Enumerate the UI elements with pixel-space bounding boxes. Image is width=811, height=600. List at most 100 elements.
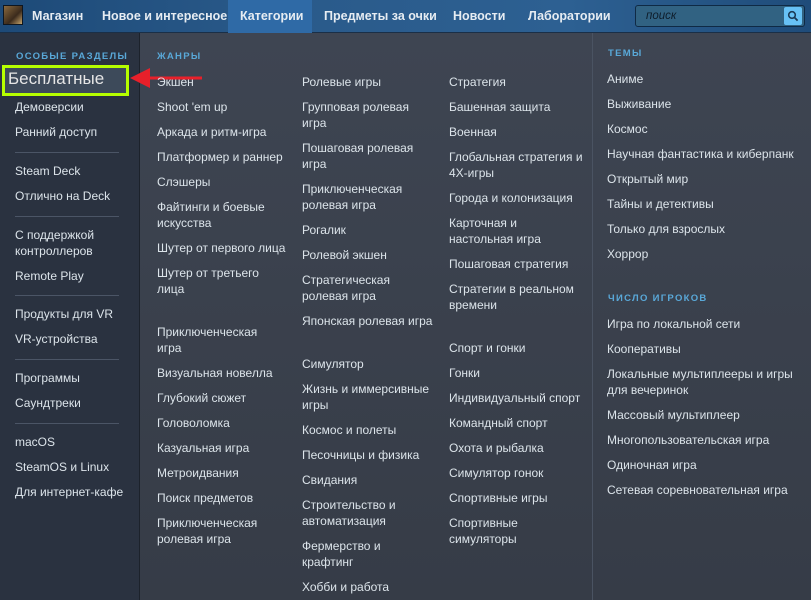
genre-action[interactable]: Экшен	[157, 74, 194, 90]
theme-adult-only[interactable]: Только для взрослых	[607, 221, 725, 237]
genre-team-sports[interactable]: Командный спорт	[449, 415, 548, 431]
players-multiplayer[interactable]: Многопользовательская игра	[607, 432, 769, 448]
sidebar-item-controller-support[interactable]: С поддержкой контроллеров	[15, 227, 125, 259]
genre-slashers[interactable]: Слэшеры	[157, 174, 210, 190]
genre-jrpg[interactable]: Японская ролевая игра	[302, 313, 432, 329]
genres-heading: ЖАНРЫ	[157, 51, 202, 62]
genre-individual-sports[interactable]: Индивидуальный спорт	[449, 390, 580, 406]
genre-racing-sim[interactable]: Симулятор гонок	[449, 465, 543, 481]
nav-labs[interactable]: Лаборатории	[516, 0, 623, 33]
genre-third-person-shooter[interactable]: Шутер от третьего лица	[157, 265, 277, 297]
sidebar-item-soundtracks[interactable]: Саундтреки	[15, 395, 81, 411]
genre-rpg[interactable]: Ролевые игры	[302, 74, 381, 90]
genre-casual[interactable]: Казуальная игра	[157, 440, 249, 456]
special-sections-sidebar: ОСОБЫЕ РАЗДЕЛЫ Бесплатные Демоверсии Ран…	[0, 33, 140, 600]
genre-grand-strategy-4x[interactable]: Глобальная стратегия и 4X-игры	[449, 149, 583, 181]
genre-strategy-rpg[interactable]: Стратегическая ролевая игра	[302, 272, 424, 304]
sidebar-item-vr-devices[interactable]: VR-устройства	[15, 331, 98, 347]
divider	[15, 152, 119, 153]
genre-city-colony[interactable]: Города и колонизация	[449, 190, 573, 206]
genre-arcade-rhythm[interactable]: Аркада и ритм-игра	[157, 124, 266, 140]
genre-building-automation[interactable]: Строительство и автоматизация	[302, 497, 422, 529]
sidebar-item-macos[interactable]: macOS	[15, 434, 55, 450]
theme-space[interactable]: Космос	[607, 121, 648, 137]
genre-metroidvania[interactable]: Метроидвания	[157, 465, 239, 481]
genre-sports-racing[interactable]: Спорт и гонки	[449, 340, 525, 356]
players-mmo[interactable]: Массовый мультиплеер	[607, 407, 740, 423]
genre-turn-based-rpg[interactable]: Пошаговая ролевая игра	[302, 140, 424, 172]
genre-story-rich[interactable]: Глубокий сюжет	[157, 390, 246, 406]
players-local-party[interactable]: Локальные мультиплееры и игры для вечери…	[607, 366, 797, 398]
players-singleplayer[interactable]: Одиночная игра	[607, 457, 697, 473]
theme-mystery-detective[interactable]: Тайны и детективы	[607, 196, 714, 212]
genre-simulation[interactable]: Симулятор	[302, 356, 364, 372]
search-icon	[787, 10, 799, 22]
search-input[interactable]	[636, 6, 782, 26]
sidebar-item-steam-deck[interactable]: Steam Deck	[15, 163, 80, 179]
divider	[15, 295, 119, 296]
genre-sandbox-physics[interactable]: Песочницы и физика	[302, 447, 419, 463]
search-button[interactable]	[784, 7, 802, 25]
players-heading: ЧИСЛО ИГРОКОВ	[608, 293, 708, 304]
genre-life-immersive[interactable]: Жизнь и иммерсивные игры	[302, 381, 432, 413]
sidebar-item-software[interactable]: Программы	[15, 370, 80, 386]
genre-roguelike[interactable]: Рогалик	[302, 222, 346, 238]
sidebar-item-demos[interactable]: Демоверсии	[15, 99, 84, 115]
genre-hunting-fishing[interactable]: Охота и рыбалка	[449, 440, 544, 456]
genre-party-rpg[interactable]: Групповая ролевая игра	[302, 99, 424, 131]
nav-categories[interactable]: Категории	[228, 0, 312, 33]
special-sections-heading: ОСОБЫЕ РАЗДЕЛЫ	[16, 51, 129, 62]
sidebar-item-early-access[interactable]: Ранний доступ	[15, 124, 97, 140]
genre-puzzle[interactable]: Головоломка	[157, 415, 230, 431]
nav-news[interactable]: Новости	[441, 0, 517, 33]
genre-tower-defense[interactable]: Башенная защита	[449, 99, 550, 115]
sidebar-item-great-on-deck[interactable]: Отлично на Deck	[15, 188, 110, 204]
sidebar-item-free[interactable]: Бесплатные	[8, 69, 104, 89]
theme-anime[interactable]: Аниме	[607, 71, 643, 87]
themes-heading: ТЕМЫ	[608, 48, 643, 59]
divider	[15, 423, 119, 424]
genre-adventure-rpg-2[interactable]: Приключенческая ролевая игра	[302, 181, 424, 213]
genre-sports-sim[interactable]: Спортивные симуляторы	[449, 515, 559, 547]
top-navigation-bar: Магазин Новое и интересное Категории Пре…	[0, 0, 811, 33]
genre-visual-novel[interactable]: Визуальная новелла	[157, 365, 273, 381]
nav-store[interactable]: Магазин	[20, 0, 95, 33]
genre-rts[interactable]: Стратегии в реальном времени	[449, 281, 579, 313]
genre-adventure-rpg[interactable]: Приключенческая ролевая игра	[157, 515, 277, 547]
genre-platformer-runner[interactable]: Платформер и раннер	[157, 149, 283, 165]
nav-new-and-noteworthy[interactable]: Новое и интересное	[90, 0, 239, 33]
genre-turn-based-strategy[interactable]: Пошаговая стратегия	[449, 256, 568, 272]
divider	[15, 216, 119, 217]
search-box	[635, 5, 805, 27]
theme-sci-fi-cyberpunk[interactable]: Научная фантастика и киберпанк	[607, 146, 794, 162]
genre-strategy[interactable]: Стратегия	[449, 74, 506, 90]
genre-sports-games[interactable]: Спортивные игры	[449, 490, 547, 506]
genre-military[interactable]: Военная	[449, 124, 497, 140]
genre-farming-crafting[interactable]: Фермерство и крафтинг	[302, 538, 422, 570]
genre-card-board[interactable]: Карточная и настольная игра	[449, 215, 583, 247]
divider	[15, 359, 119, 360]
sidebar-item-internet-cafe[interactable]: Для интернет-кафе	[15, 484, 123, 500]
genre-hidden-object[interactable]: Поиск предметов	[157, 490, 253, 506]
genre-fighting-martial-arts[interactable]: Файтинги и боевые искусства	[157, 199, 285, 231]
genre-racing[interactable]: Гонки	[449, 365, 480, 381]
players-online-competitive[interactable]: Сетевая соревновательная игра	[607, 482, 788, 498]
players-coop[interactable]: Кооперативы	[607, 341, 681, 357]
genre-dating[interactable]: Свидания	[302, 472, 357, 488]
genre-fps[interactable]: Шутер от первого лица	[157, 240, 285, 256]
theme-open-world[interactable]: Открытый мир	[607, 171, 688, 187]
theme-horror[interactable]: Хоррор	[607, 246, 648, 262]
genre-shoot-em-up[interactable]: Shoot 'em up	[157, 99, 227, 115]
sidebar-item-remote-play[interactable]: Remote Play	[15, 268, 84, 284]
genre-space-flight[interactable]: Космос и полеты	[302, 422, 396, 438]
players-lan[interactable]: Игра по локальной сети	[607, 316, 740, 332]
column-divider	[592, 33, 593, 600]
genre-adventure[interactable]: Приключенческая игра	[157, 324, 277, 356]
theme-survival[interactable]: Выживание	[607, 96, 671, 112]
genre-action-rpg[interactable]: Ролевой экшен	[302, 247, 387, 263]
sidebar-item-steamos-linux[interactable]: SteamOS и Linux	[15, 459, 109, 475]
sidebar-item-vr-products[interactable]: Продукты для VR	[15, 306, 113, 322]
genre-hobby-job[interactable]: Хобби и работа	[302, 579, 389, 595]
categories-dropdown: ОСОБЫЕ РАЗДЕЛЫ Бесплатные Демоверсии Ран…	[0, 33, 811, 600]
nav-points-shop[interactable]: Предметы за очки	[312, 0, 449, 33]
